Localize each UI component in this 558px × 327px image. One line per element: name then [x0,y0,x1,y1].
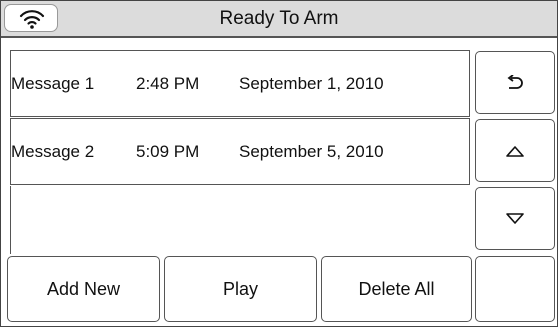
scroll-down-button[interactable] [475,187,555,250]
message-row-2[interactable]: Message 2 5:09 PM September 5, 2010 [10,118,470,185]
play-label: Play [222,278,258,299]
message-row-empty [10,186,470,254]
back-button[interactable] [475,51,555,114]
triangle-down-icon [506,212,524,224]
message-row-1[interactable]: Message 1 2:48 PM September 1, 2010 [10,50,470,117]
add-new-button[interactable]: Add New [7,256,160,322]
message-time: 5:09 PM [136,142,200,161]
blank-button[interactable] [475,256,555,322]
message-name: Message 2 [11,142,95,161]
status-bar: Ready To Arm [1,1,557,38]
play-button[interactable]: Play [164,256,317,322]
message-date: September 5, 2010 [239,142,384,161]
status-title: Ready To Arm [219,8,339,29]
add-new-label: Add New [46,278,121,299]
back-arrow-icon [507,74,523,89]
keypad-screen: Ready To Arm Message 1 2:48 PM September… [0,0,558,327]
message-name: Message 1 [11,74,95,93]
message-date: September 1, 2010 [239,74,384,93]
message-time: 2:48 PM [136,74,200,93]
triangle-up-icon [506,145,524,157]
scroll-up-button[interactable] [475,119,555,182]
delete-all-label: Delete All [358,278,435,299]
delete-all-button[interactable]: Delete All [321,256,472,322]
